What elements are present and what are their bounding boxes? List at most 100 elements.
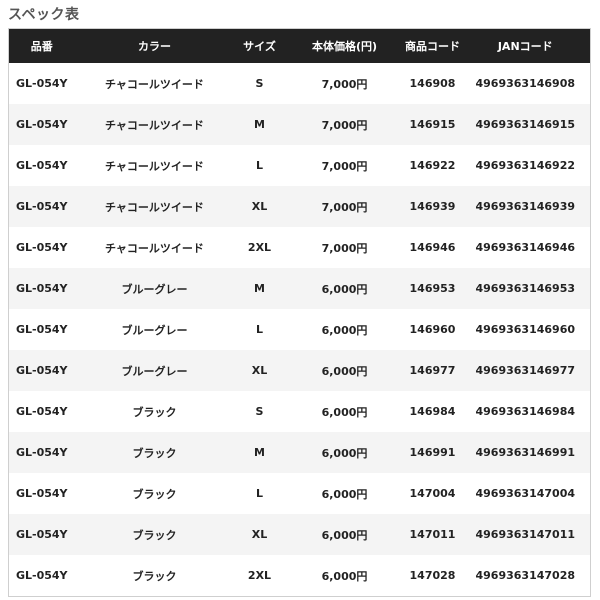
product-number-cell: GL-054Y <box>8 186 75 227</box>
color-cell: ブラック <box>74 432 235 473</box>
product-code-cell: 146984 <box>404 391 461 432</box>
table-row: GL-054Y ブラック 2XL 6,000円 147028 4969363147028 <box>8 555 591 597</box>
spec-table: 品番 カラー サイズ 本体価格(円) 商品コード JANコード GL-054Y チ… <box>8 28 591 597</box>
spec-page: スペック表 品番 カラー サイズ 本体価格(円) 商品コード JANコード GL… <box>0 0 600 600</box>
price-cell: 7,000円 <box>284 145 405 186</box>
color-cell: チャコールツイード <box>74 227 235 268</box>
table-row: GL-054Y ブルーグレー M 6,000円 146953 4969363146953 <box>8 268 591 309</box>
product-code-cell: 146946 <box>404 227 461 268</box>
price-cell: 6,000円 <box>284 514 405 555</box>
color-cell: ブラック <box>74 514 235 555</box>
product-number-cell: GL-054Y <box>8 555 75 597</box>
table-row: GL-054Y チャコールツイード L 7,000円 146922 49693631469… <box>8 145 591 186</box>
product-code-cell: 146977 <box>404 350 461 391</box>
color-cell: チャコールツイード <box>74 145 235 186</box>
price-cell: 6,000円 <box>284 473 405 514</box>
price-cell: 6,000円 <box>284 268 405 309</box>
jan-code-cell: 4969363146915 <box>460 104 591 145</box>
product-code-cell: 147011 <box>404 514 461 555</box>
table-row: GL-054Y チャコールツイード M 7,000円 146915 49693631469… <box>8 104 591 145</box>
product-number-cell: GL-054Y <box>8 104 75 145</box>
size-cell: S <box>234 63 285 104</box>
jan-code-cell: 4969363146960 <box>460 309 591 350</box>
product-number-cell: GL-054Y <box>8 309 75 350</box>
product-number-cell: GL-054Y <box>8 227 75 268</box>
product-code-cell: 147028 <box>404 555 461 597</box>
price-cell: 7,000円 <box>284 227 405 268</box>
price-cell: 6,000円 <box>284 391 405 432</box>
product-code-cell: 146908 <box>404 63 461 104</box>
spec-table-header: 品番 カラー サイズ 本体価格(円) 商品コード JANコード <box>8 28 591 63</box>
size-cell: XL <box>234 186 285 227</box>
product-number-cell: GL-054Y <box>8 514 75 555</box>
product-code-cell: 146953 <box>404 268 461 309</box>
size-cell: L <box>234 473 285 514</box>
product-code-cell: 147004 <box>404 473 461 514</box>
size-cell: XL <box>234 350 285 391</box>
header-row: 品番 カラー サイズ 本体価格(円) 商品コード JANコード <box>8 28 591 63</box>
price-cell: 7,000円 <box>284 63 405 104</box>
table-row: GL-054Y チャコールツイード XL 7,000円 146939 4969363146… <box>8 186 591 227</box>
product-code-cell: 146991 <box>404 432 461 473</box>
table-row: GL-054Y ブラック XL 6,000円 147011 4969363147011 <box>8 514 591 555</box>
size-cell: M <box>234 268 285 309</box>
size-cell: M <box>234 104 285 145</box>
price-cell: 6,000円 <box>284 309 405 350</box>
jan-code-cell: 4969363147004 <box>460 473 591 514</box>
jan-code-cell: 4969363146984 <box>460 391 591 432</box>
color-cell: チャコールツイード <box>74 104 235 145</box>
color-cell: ブラック <box>74 391 235 432</box>
jan-code-cell: 4969363146991 <box>460 432 591 473</box>
spec-table-body: GL-054Y チャコールツイード S 7,000円 146908 49693631469… <box>8 63 591 597</box>
color-cell: ブルーグレー <box>74 268 235 309</box>
price-cell: 7,000円 <box>284 186 405 227</box>
jan-code-cell: 4969363147028 <box>460 555 591 597</box>
jan-code-cell: 4969363146977 <box>460 350 591 391</box>
table-row: GL-054Y ブラック L 6,000円 147004 4969363147004 <box>8 473 591 514</box>
product-number-cell: GL-054Y <box>8 391 75 432</box>
product-number-cell: GL-054Y <box>8 432 75 473</box>
product-code-cell: 146915 <box>404 104 461 145</box>
header-jan-code: JANコード <box>460 28 591 63</box>
header-color: カラー <box>74 28 235 63</box>
product-code-cell: 146939 <box>404 186 461 227</box>
price-cell: 6,000円 <box>284 555 405 597</box>
color-cell: チャコールツイード <box>74 63 235 104</box>
header-price: 本体価格(円) <box>284 28 405 63</box>
size-cell: M <box>234 432 285 473</box>
size-cell: L <box>234 309 285 350</box>
table-row: GL-054Y チャコールツイード S 7,000円 146908 49693631469… <box>8 63 591 104</box>
price-cell: 6,000円 <box>284 350 405 391</box>
price-cell: 6,000円 <box>284 432 405 473</box>
color-cell: チャコールツイード <box>74 186 235 227</box>
product-number-cell: GL-054Y <box>8 63 75 104</box>
table-row: GL-054Y ブラック M 6,000円 146991 4969363146991 <box>8 432 591 473</box>
size-cell: 2XL <box>234 227 285 268</box>
jan-code-cell: 4969363147011 <box>460 514 591 555</box>
jan-code-cell: 4969363146908 <box>460 63 591 104</box>
table-row: GL-054Y ブラック S 6,000円 146984 4969363146984 <box>8 391 591 432</box>
jan-code-cell: 4969363146939 <box>460 186 591 227</box>
table-row: GL-054Y チャコールツイード 2XL 7,000円 146946 496936314… <box>8 227 591 268</box>
product-code-cell: 146922 <box>404 145 461 186</box>
jan-code-cell: 4969363146946 <box>460 227 591 268</box>
product-code-cell: 146960 <box>404 309 461 350</box>
jan-code-cell: 4969363146922 <box>460 145 591 186</box>
size-cell: XL <box>234 514 285 555</box>
size-cell: L <box>234 145 285 186</box>
price-cell: 7,000円 <box>284 104 405 145</box>
product-number-cell: GL-054Y <box>8 268 75 309</box>
header-size: サイズ <box>234 28 285 63</box>
product-number-cell: GL-054Y <box>8 145 75 186</box>
color-cell: ブルーグレー <box>74 309 235 350</box>
header-product-code: 商品コード <box>404 28 461 63</box>
table-row: GL-054Y ブルーグレー L 6,000円 146960 4969363146960 <box>8 309 591 350</box>
color-cell: ブラック <box>74 473 235 514</box>
page-title: スペック表 <box>8 7 80 23</box>
size-cell: 2XL <box>234 555 285 597</box>
table-row: GL-054Y ブルーグレー XL 6,000円 146977 4969363146977 <box>8 350 591 391</box>
product-number-cell: GL-054Y <box>8 350 75 391</box>
header-product-number: 品番 <box>8 28 75 63</box>
jan-code-cell: 4969363146953 <box>460 268 591 309</box>
product-number-cell: GL-054Y <box>8 473 75 514</box>
